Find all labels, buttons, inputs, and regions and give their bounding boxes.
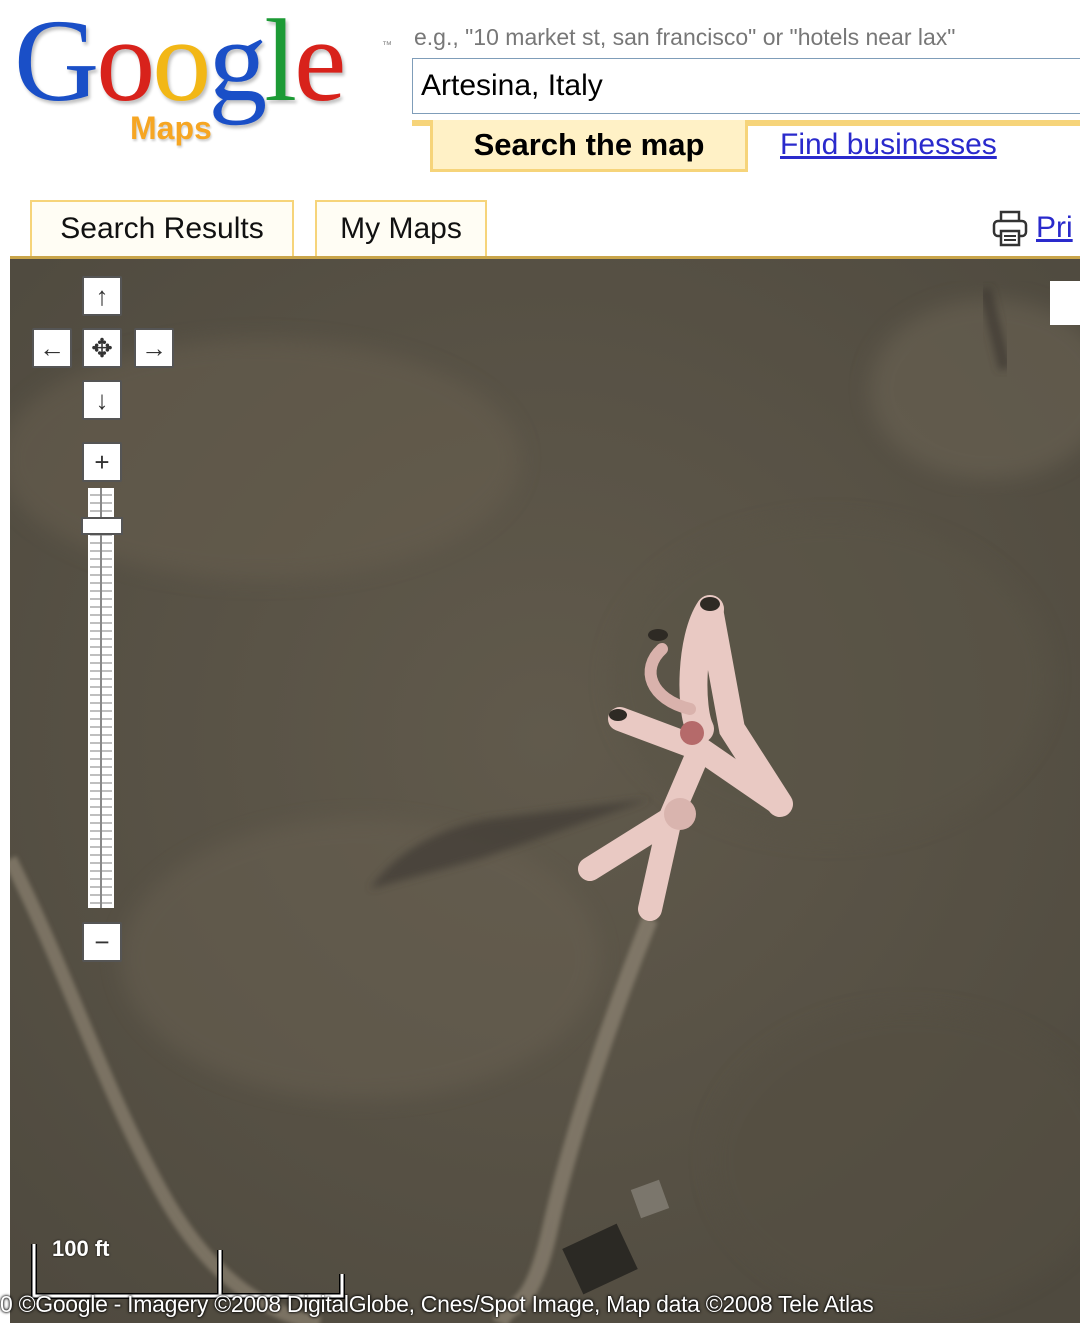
plus-icon: + bbox=[94, 447, 110, 477]
map-type-control-edge[interactable] bbox=[1050, 281, 1080, 325]
logo-letter: g bbox=[208, 0, 267, 126]
logo-subtitle: Maps bbox=[130, 110, 212, 146]
printer-icon bbox=[992, 210, 1028, 247]
zoom-out-button[interactable]: − bbox=[82, 922, 122, 962]
google-maps-logo[interactable]: Google Maps ™ bbox=[14, 2, 394, 162]
pan-up-button[interactable]: ↑ bbox=[82, 276, 122, 316]
tab-my-maps[interactable]: My Maps bbox=[315, 200, 487, 256]
logo-wordmark: Google bbox=[14, 2, 346, 120]
satellite-imagery bbox=[10, 259, 1080, 1323]
print-label: Pri bbox=[1036, 211, 1073, 244]
reset-view-button[interactable]: ✥ bbox=[82, 328, 122, 368]
logo-letter: G bbox=[14, 0, 99, 126]
pan-right-button[interactable]: → bbox=[134, 328, 174, 368]
tab-search-results[interactable]: Search Results bbox=[30, 200, 294, 256]
tab-find-businesses[interactable]: Find businesses bbox=[780, 128, 997, 162]
search-input[interactable] bbox=[412, 58, 1080, 114]
logo-letter: o bbox=[96, 0, 155, 126]
tab-search-the-map[interactable]: Search the map bbox=[430, 120, 748, 172]
trademark-mark: ™ bbox=[382, 40, 392, 51]
arrow-up-icon: ↑ bbox=[95, 281, 109, 311]
zoom-slider-track[interactable] bbox=[88, 488, 114, 908]
arrow-right-icon: → bbox=[141, 333, 167, 363]
pan-down-button[interactable]: ↓ bbox=[82, 380, 122, 420]
satellite-map[interactable] bbox=[10, 256, 1080, 1323]
minus-icon: − bbox=[94, 927, 110, 957]
map-copyright: 0 ©Google - Imagery ©2008 DigitalGlobe, … bbox=[0, 1291, 874, 1317]
zoom-slider-thumb[interactable] bbox=[81, 517, 123, 536]
print-link[interactable]: Pri bbox=[990, 206, 1073, 250]
zoom-in-button[interactable]: + bbox=[82, 442, 122, 482]
logo-letter: o bbox=[152, 0, 211, 126]
move-icon: ✥ bbox=[91, 333, 113, 363]
logo-letter: l bbox=[264, 0, 297, 126]
arrow-left-icon: ← bbox=[39, 333, 65, 363]
search-hint: e.g., "10 market st, san francisco" or "… bbox=[414, 24, 956, 50]
pan-left-button[interactable]: ← bbox=[32, 328, 72, 368]
arrow-down-icon: ↓ bbox=[95, 385, 109, 415]
logo-letter: e bbox=[294, 0, 346, 126]
